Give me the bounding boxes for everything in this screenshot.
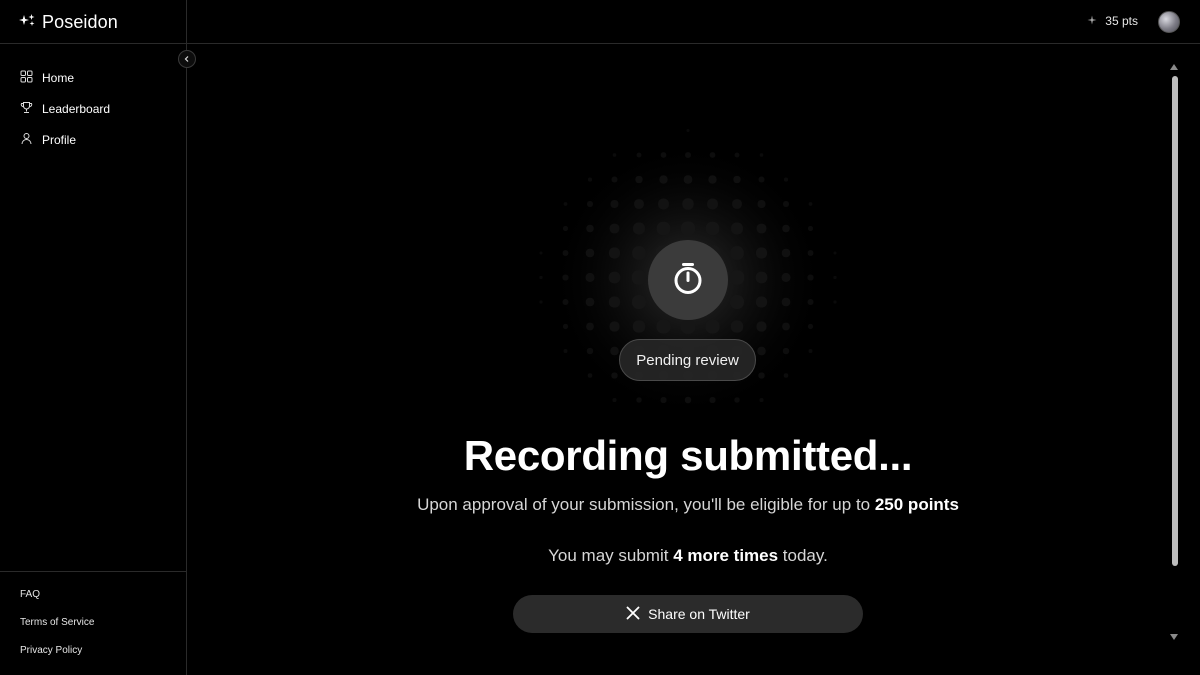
eligible-points: 250 points: [874, 495, 959, 514]
brand-logo[interactable]: Poseidon: [18, 10, 118, 34]
avatar[interactable]: [1158, 11, 1180, 33]
status-badge: Pending review: [619, 339, 756, 381]
collapse-sidebar-button[interactable]: [178, 50, 196, 68]
scrollbar-thumb[interactable]: [1172, 76, 1178, 566]
sidebar-item-profile[interactable]: Profile: [20, 124, 110, 155]
user-icon: [20, 132, 33, 148]
x-logo-icon: [626, 606, 640, 623]
chevron-left-icon: [183, 50, 191, 68]
remaining-prefix: You may submit: [548, 546, 674, 565]
sidebar: Poseidon Home Leaderboard Profile FAQ Te…: [0, 0, 187, 675]
share-button-label: Share on Twitter: [648, 606, 750, 622]
points-value: 35 pts: [1105, 14, 1138, 28]
sidebar-item-label: Leaderboard: [42, 101, 111, 116]
points-display: 35 pts: [1087, 14, 1138, 28]
eligibility-text: Upon approval of your submission, you'll…: [188, 495, 1188, 515]
sidebar-footer: FAQ Terms of Service Privacy Policy: [20, 589, 94, 673]
brand-name: Poseidon: [42, 11, 118, 32]
stopwatch-icon: [671, 261, 705, 300]
sparkles-icon: [18, 13, 36, 32]
privacy-link[interactable]: Privacy Policy: [20, 645, 94, 673]
sparkle-icon: [1087, 14, 1097, 28]
header-divider: [187, 43, 1200, 44]
sidebar-item-leaderboard[interactable]: Leaderboard: [20, 93, 110, 124]
page-title: Recording submitted...: [463, 432, 913, 479]
terms-link[interactable]: Terms of Service: [20, 617, 94, 645]
sidebar-item-label: Home: [42, 70, 75, 85]
scroll-down-arrow[interactable]: [1170, 634, 1178, 640]
sidebar-item-label: Profile: [42, 132, 77, 147]
sidebar-nav: Home Leaderboard Profile: [20, 62, 110, 155]
scroll-up-arrow[interactable]: [1170, 64, 1178, 70]
sidebar-header-divider: [0, 43, 187, 44]
sidebar-item-home[interactable]: Home: [20, 62, 110, 93]
remaining-submissions-text: You may submit 4 more times today.: [188, 546, 1188, 566]
remaining-suffix: today.: [778, 546, 828, 565]
trophy-icon: [20, 101, 33, 117]
faq-link[interactable]: FAQ: [20, 589, 94, 617]
eligibility-prefix: Upon approval of your submission, you'll…: [417, 495, 875, 514]
share-twitter-button[interactable]: Share on Twitter: [513, 595, 863, 633]
status-icon-circle: [648, 240, 728, 320]
grid-icon: [20, 70, 33, 86]
remaining-count: 4 more times: [673, 546, 779, 565]
sidebar-divider: [0, 571, 187, 572]
